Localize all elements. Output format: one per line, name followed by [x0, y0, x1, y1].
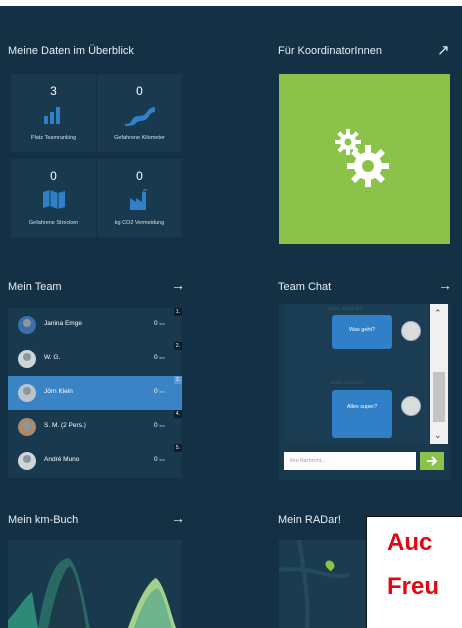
send-arrow-icon	[427, 456, 438, 466]
chevron-up-icon[interactable]: ⌃	[434, 308, 442, 319]
member-name: W. G.	[44, 354, 61, 361]
kmbuch-chart[interactable]	[8, 540, 182, 628]
overlay-text-line-1: Auc	[387, 529, 433, 556]
avatar	[18, 316, 36, 334]
tile-value: 3	[50, 84, 57, 98]
kmbuch-wave-graphic	[8, 558, 176, 628]
kmbuch-title: Mein km-Buch	[8, 514, 79, 526]
chat-arrow-icon[interactable]: →	[438, 277, 452, 293]
tile-value: 0	[136, 84, 143, 98]
map-icon	[11, 189, 96, 209]
tile-value: 0	[136, 169, 143, 183]
tile-routes[interactable]: 0 Gefahrene Strecken	[11, 159, 96, 237]
tile-label: Platz Teamranking	[30, 135, 77, 141]
tile-value: 0	[50, 169, 57, 183]
team-member-row[interactable]: W. G. 0 km 2.	[8, 342, 182, 376]
bar-chart-icon	[11, 104, 96, 124]
avatar	[18, 350, 36, 368]
chat-message-text: Alles super?	[346, 404, 378, 410]
chat-scrollbar[interactable]: ⌃ ⌄	[430, 304, 448, 444]
coordinator-tile[interactable]	[279, 74, 450, 244]
member-name: Jörn Klein	[44, 388, 73, 395]
top-bar	[0, 0, 462, 6]
team-member-row-active[interactable]: Jörn Klein 0 km 3.	[8, 376, 182, 410]
chat-timestamp: Heute, 16:23 Uhr	[328, 306, 363, 311]
overview-title: Meine Daten im Überblick	[8, 45, 134, 57]
team-member-row[interactable]: Janina Emge 0 km 1.	[8, 308, 182, 342]
member-rank-badge: 1.	[174, 308, 182, 316]
tile-co2[interactable]: 0 kg CO2 Vermeidung	[97, 159, 182, 237]
tile-label: Gefahrene Strecken	[28, 220, 79, 226]
member-km: 0 km	[154, 354, 165, 361]
member-rank-badge: 5.	[174, 444, 182, 452]
chat-timestamp: Heute, 16:23 Uhr	[330, 380, 365, 385]
chat-input[interactable]: Ihre Nachricht...	[284, 452, 416, 470]
member-km: 0 km	[154, 388, 165, 395]
member-km: 0 km	[154, 422, 165, 429]
tile-team-ranking[interactable]: 3 Platz Teamranking	[11, 74, 96, 152]
kmbuch-arrow-icon[interactable]: →	[171, 510, 185, 526]
factory-icon	[97, 189, 182, 211]
team-title: Mein Team	[8, 281, 62, 293]
tile-label: kg CO2 Vermeidung	[114, 220, 165, 226]
scrollbar-thumb[interactable]	[433, 372, 445, 422]
member-rank-badge: 4.	[174, 410, 182, 418]
chevron-down-icon[interactable]: ⌄	[434, 430, 442, 441]
avatar	[18, 384, 36, 402]
coordinator-title: Für KoordinatorInnen	[278, 45, 382, 57]
team-member-row[interactable]: André Muno 0 km 5.	[8, 444, 182, 478]
overlay-box: Auc Freu	[366, 516, 462, 628]
avatar	[18, 418, 36, 436]
overlay-text-line-2: Freu	[387, 573, 440, 600]
chat-bubble: Alles super?	[332, 390, 392, 438]
radar-title: Mein RADar!	[278, 514, 341, 526]
member-name: André Muno	[44, 456, 80, 463]
road-icon	[97, 104, 182, 126]
member-km: 0 km	[154, 456, 165, 463]
chat-input-row: Ihre Nachricht...	[284, 452, 444, 470]
avatar	[18, 452, 36, 470]
external-link-arrow-icon[interactable]: ↗	[437, 41, 450, 59]
tile-kilometers[interactable]: 0 Gefahrene Kilometer	[97, 74, 182, 152]
member-name: Janina Emge	[44, 320, 82, 327]
member-rank-badge: 3.	[174, 376, 182, 384]
team-member-row[interactable]: S. M. (2 Pers.) 0 km 4.	[8, 410, 182, 444]
chat-message-text: Was geht?	[348, 327, 376, 333]
chat-bubble: Was geht?	[332, 315, 392, 349]
member-rank-badge: 2.	[174, 342, 182, 350]
send-button[interactable]	[420, 452, 444, 470]
member-km: 0 km	[154, 320, 165, 327]
team-arrow-icon[interactable]: →	[171, 277, 185, 293]
avatar	[401, 396, 421, 416]
avatar	[401, 321, 421, 341]
member-name: S. M. (2 Pers.)	[44, 422, 86, 429]
chat-title: Team Chat	[278, 281, 332, 293]
gears-icon	[335, 129, 389, 187]
tile-label: Gefahrene Kilometer	[114, 135, 165, 141]
